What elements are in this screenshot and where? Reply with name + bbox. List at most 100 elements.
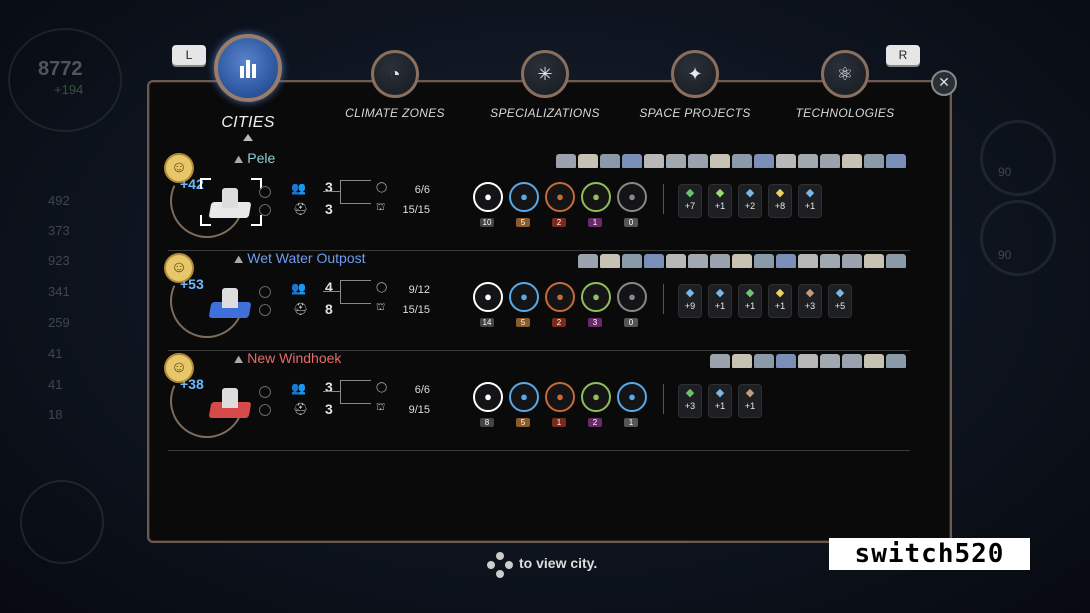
stat-value: 1 [588, 218, 602, 227]
city-stat: ● 2 [581, 382, 611, 430]
building-icon[interactable] [776, 354, 796, 368]
building-icon[interactable] [754, 154, 774, 168]
workers-count: 3 [325, 179, 333, 195]
building-icon[interactable] [644, 254, 664, 268]
tab-label: SPECIALIZATIONS [490, 106, 600, 120]
stat-value: 2 [552, 318, 566, 327]
city-row[interactable]: ☺ +53 ⛰ Wet Water Outpost 👥 ⛑ 4 8 ◯ ⛫ 9/12 15/15 ●… [159, 250, 910, 351]
tab-technologies[interactable]: ⚛ TECHNOLOGIES [785, 50, 905, 120]
building-icon[interactable] [798, 254, 818, 268]
building-icon[interactable] [842, 354, 862, 368]
building-icon[interactable] [842, 254, 862, 268]
city-stat: ● 1 [617, 382, 647, 430]
city-name[interactable]: ⛰ Wet Water Outpost [234, 250, 366, 267]
bonus-value: +9 [684, 301, 696, 311]
city-stat: ● 8 [473, 382, 503, 430]
heart-icon: ● [473, 382, 503, 412]
housing-capacity: 9/12 [408, 284, 430, 296]
radio-option[interactable] [259, 304, 271, 316]
bg-stat: 373 [48, 223, 70, 238]
building-icon[interactable] [600, 254, 620, 268]
building-icon[interactable] [886, 154, 906, 168]
face-icon: ● [509, 382, 539, 412]
city-stat: ● 3 [581, 282, 611, 330]
building-icon[interactable] [556, 154, 576, 168]
building-icon[interactable] [776, 154, 796, 168]
building-icon[interactable] [732, 154, 752, 168]
bonus-value: +7 [684, 201, 696, 211]
bonus-value: +5 [834, 301, 846, 311]
oxygen-icon: ● [581, 282, 611, 312]
jobs-capacity: 15/15 [402, 304, 430, 316]
building-icon[interactable] [644, 154, 664, 168]
building-icon[interactable] [732, 354, 752, 368]
leaf-icon: ◆ [715, 187, 725, 199]
radio-option[interactable] [259, 186, 271, 198]
bg-gauge-value: 90 [998, 248, 1012, 262]
building-icon[interactable] [710, 254, 730, 268]
building-icon[interactable] [578, 154, 598, 168]
workers-icon: 👥 [291, 281, 306, 295]
tab-specializations[interactable]: ✳ SPECIALIZATIONS [485, 50, 605, 120]
building-icon[interactable] [820, 354, 840, 368]
bonus-value: +1 [714, 201, 726, 211]
building-icon[interactable] [820, 254, 840, 268]
building-icon[interactable] [688, 254, 708, 268]
building-icon[interactable] [754, 254, 774, 268]
water-drops-icon: ◆ [685, 287, 695, 299]
stat-value: 5 [516, 318, 530, 327]
city-type-icon: ⛰ [234, 354, 244, 366]
building-icon[interactable] [886, 354, 906, 368]
radio-option[interactable] [259, 386, 271, 398]
building-icon[interactable] [600, 154, 620, 168]
face-icon: ● [509, 182, 539, 212]
water-drop-icon: ◆ [835, 287, 845, 299]
building-icon[interactable] [666, 154, 686, 168]
building-icon[interactable] [622, 154, 642, 168]
city-type-icon: ⛰ [234, 254, 244, 266]
city-row[interactable]: ☺ +38 ⛰ New Windhoek 👥 ⛑ 3 3 ◯ ⛫ 6/6 9/15 ● 8 ● 5 … [159, 350, 910, 451]
building-icon[interactable] [798, 154, 818, 168]
building-icon[interactable] [578, 254, 598, 268]
colonists-count: 3 [325, 201, 333, 217]
building-icon[interactable] [710, 354, 730, 368]
building-icon[interactable] [886, 254, 906, 268]
radio-option[interactable] [259, 204, 271, 216]
building-icon[interactable] [864, 154, 884, 168]
building-icon[interactable] [710, 154, 730, 168]
radio-option[interactable] [259, 286, 271, 298]
radio-option[interactable] [259, 404, 271, 416]
tab-space-projects[interactable]: ✦ SPACE PROJECTS [635, 50, 755, 120]
building-strip [710, 350, 908, 370]
building-icon[interactable] [864, 354, 884, 368]
tab-climate-zones[interactable]: ◔ CLIMATE ZONES [335, 50, 455, 120]
city-row[interactable]: ☺ +42 ⛰ Pele 👥 ⛑ 3 3 ◯ ⛫ 6/6 15/15 ● 10 ● 5 ● 2 ● … [159, 150, 910, 251]
tab-cities[interactable]: CITIES [213, 34, 283, 141]
colonists-count: 8 [325, 301, 333, 317]
building-icon[interactable] [864, 254, 884, 268]
bg-stat: 259 [48, 315, 70, 330]
resource-bonus: ◆ +7 [678, 184, 702, 218]
water-icon: ● [617, 382, 647, 412]
building-icon[interactable] [622, 254, 642, 268]
city-stat: ● 0 [617, 282, 647, 330]
building-icon[interactable] [666, 254, 686, 268]
workers-count: 4 [325, 279, 333, 295]
building-icon[interactable] [732, 254, 752, 268]
bonus-value: +1 [744, 301, 756, 311]
building-icon[interactable] [842, 154, 862, 168]
jobs-icon: ⛫ [376, 202, 386, 213]
city-name[interactable]: ⛰ Pele [234, 150, 275, 167]
resource-bonus: ◆ +1 [708, 384, 732, 418]
bg-stat: 18 [48, 407, 63, 422]
city-type-icon: ⛰ [234, 154, 244, 166]
building-icon[interactable] [820, 154, 840, 168]
workers-count: 3 [325, 379, 333, 395]
building-icon[interactable] [798, 354, 818, 368]
resource-delta: +194 [54, 82, 84, 97]
building-icon[interactable] [688, 154, 708, 168]
building-icon[interactable] [776, 254, 796, 268]
city-name[interactable]: ⛰ New Windhoek [234, 350, 341, 367]
building-icon[interactable] [754, 354, 774, 368]
colonists-icon: ⛑ [293, 202, 309, 216]
